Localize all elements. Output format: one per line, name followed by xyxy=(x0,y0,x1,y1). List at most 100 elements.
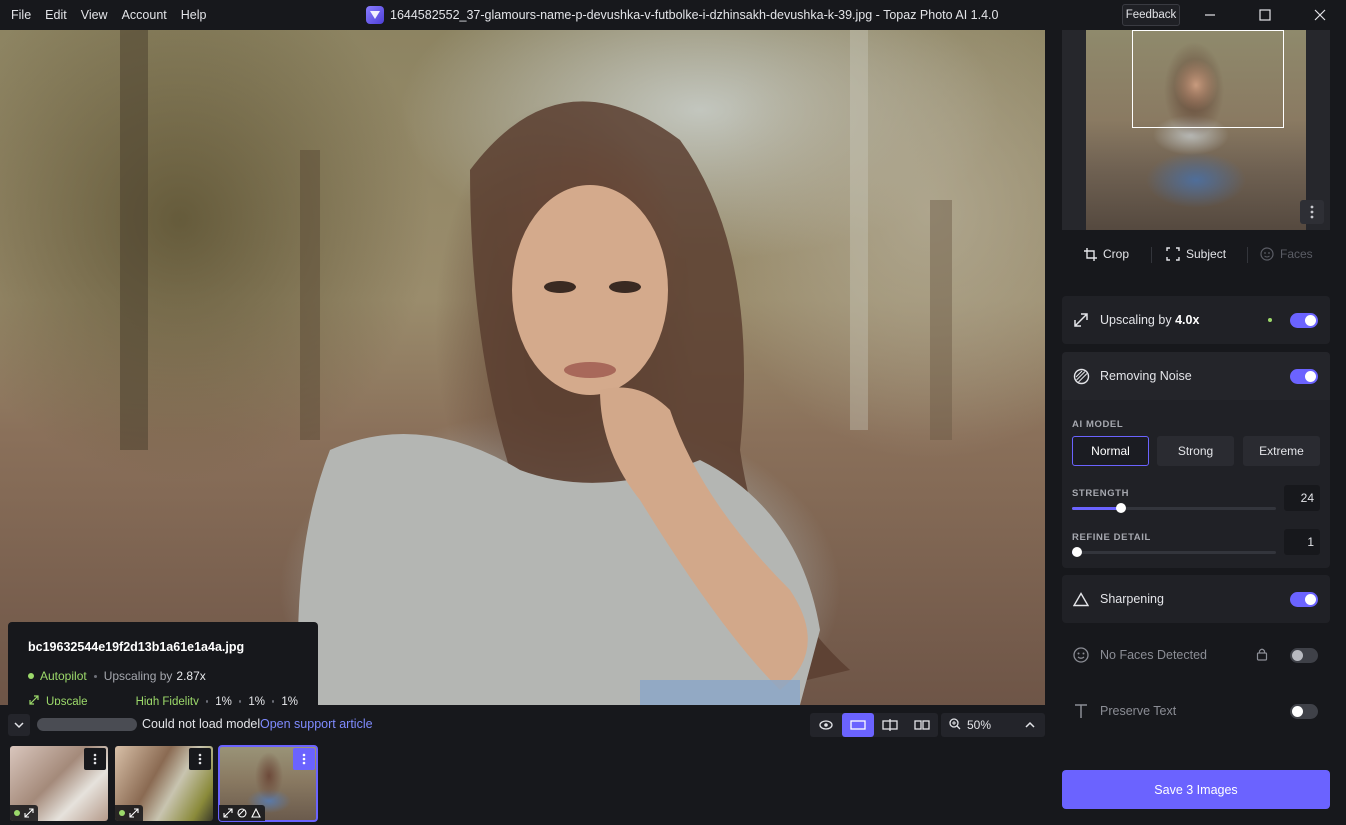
crop-label: Crop xyxy=(1103,247,1130,261)
divider xyxy=(1247,247,1248,263)
sharpening-label: Sharpening xyxy=(1100,592,1164,606)
crop-icon xyxy=(1084,247,1097,261)
face-icon xyxy=(1260,247,1274,261)
separator-dot-icon xyxy=(271,700,275,703)
info-pct-1: 1% xyxy=(215,695,232,706)
menu-account[interactable]: Account xyxy=(115,0,174,30)
sharpening-card[interactable]: Sharpening xyxy=(1062,575,1330,623)
thumbnail-menu-icon[interactable] xyxy=(84,748,106,770)
face-recovery-toggle[interactable] xyxy=(1290,648,1318,663)
chevron-down-icon xyxy=(14,722,24,729)
navigator-preview[interactable] xyxy=(1062,30,1330,230)
info-upscaling-prefix: Upscaling by xyxy=(103,669,173,683)
window-title: 1644582552_37-glamours-name-p-devushka-v… xyxy=(390,8,999,22)
collapse-thumbnails-button[interactable] xyxy=(8,714,30,736)
denoise-card-header[interactable]: Removing Noise xyxy=(1062,352,1330,400)
subject-label: Subject xyxy=(1186,247,1227,261)
refine-detail-value[interactable]: 1 xyxy=(1284,529,1320,555)
info-model-name: High Fidelity xyxy=(135,695,199,706)
info-model-row: Upscale High Fidelity 1% 1% 1% xyxy=(28,694,298,705)
support-article-link[interactable]: Open support article xyxy=(260,717,373,731)
view-mode-group xyxy=(810,713,938,737)
preserve-text-label: Preserve Text xyxy=(1100,704,1177,718)
split-view-icon[interactable] xyxy=(874,713,906,737)
thumbnail-menu-icon[interactable] xyxy=(293,748,315,770)
upscale-arrow-icon xyxy=(24,808,34,818)
thumbnail-strip xyxy=(0,743,1045,825)
image-preview[interactable]: bc19632544e19f2d13b1a61e1a4a.jpg Autopil… xyxy=(0,30,1045,705)
no-faces-label: No Faces Detected xyxy=(1100,648,1207,662)
maximize-icon[interactable] xyxy=(1245,0,1285,30)
denoise-icon xyxy=(237,808,247,818)
faces-label: Faces xyxy=(1280,247,1313,261)
info-autopilot-label: Autopilot xyxy=(40,669,87,683)
title-bar: File Edit View Account Help 1644582552_3… xyxy=(0,0,1346,30)
sharpen-icon xyxy=(251,808,261,818)
menu-bar: File Edit View Account Help xyxy=(0,0,213,30)
navigator-menu-icon[interactable] xyxy=(1300,200,1324,224)
thumbnail-menu-icon[interactable] xyxy=(189,748,211,770)
side-by-side-view-icon[interactable] xyxy=(906,713,938,737)
upscale-arrow-icon xyxy=(28,694,40,705)
menu-help[interactable]: Help xyxy=(174,0,214,30)
face-icon xyxy=(1072,646,1090,664)
single-view-icon[interactable] xyxy=(842,713,874,737)
face-recovery-row: No Faces Detected xyxy=(1062,631,1330,679)
strength-slider-thumb[interactable] xyxy=(1115,503,1126,513)
menu-file[interactable]: File xyxy=(4,0,38,30)
window-title-group: 1644582552_37-glamours-name-p-devushka-v… xyxy=(366,0,998,30)
info-upscale-label: Upscale xyxy=(46,695,88,706)
model-extreme-button[interactable]: Extreme xyxy=(1243,436,1320,466)
model-normal-button[interactable]: Normal xyxy=(1072,436,1149,466)
preview-photo xyxy=(120,30,952,705)
model-strong-button[interactable]: Strong xyxy=(1157,436,1234,466)
denoise-icon xyxy=(1072,367,1090,385)
topaz-logo-icon xyxy=(366,6,384,24)
thumbnail-1[interactable] xyxy=(10,746,108,821)
save-images-button[interactable]: Save 3 Images xyxy=(1062,770,1330,809)
separator-dot-icon xyxy=(205,700,209,703)
zoom-control[interactable]: 50% xyxy=(941,713,1045,737)
autopilot-dot-icon xyxy=(28,673,34,679)
feedback-button[interactable]: Feedback xyxy=(1122,4,1180,26)
menu-edit[interactable]: Edit xyxy=(38,0,74,30)
crop-button[interactable]: Crop xyxy=(1084,247,1129,261)
upscaling-label: Upscaling by 4.0x xyxy=(1100,313,1199,327)
info-pct-2: 1% xyxy=(248,695,265,706)
upscaling-prefix: Upscaling by xyxy=(1100,313,1172,327)
thumbnail-3[interactable] xyxy=(218,745,318,822)
preserve-text-row: Preserve Text xyxy=(1062,687,1330,735)
faces-button[interactable]: Faces xyxy=(1260,247,1313,261)
menu-view[interactable]: View xyxy=(74,0,115,30)
image-info-card: bc19632544e19f2d13b1a61e1a4a.jpg Autopil… xyxy=(8,622,318,705)
preview-toggle-eye-icon[interactable] xyxy=(810,713,842,737)
sharpen-triangle-icon xyxy=(1072,590,1090,608)
preserve-text-toggle[interactable] xyxy=(1290,704,1318,719)
info-upscaling-value: 2.87x xyxy=(176,669,206,683)
autopilot-dot-icon xyxy=(1268,318,1272,322)
ai-model-label: AI MODEL xyxy=(1072,419,1124,430)
thumbnail-badges xyxy=(115,805,143,821)
strength-label: STRENGTH xyxy=(1072,488,1130,499)
navigator-viewport[interactable] xyxy=(1132,30,1284,128)
thumbnail-badges xyxy=(10,805,38,821)
chevron-up-icon[interactable] xyxy=(1025,718,1035,732)
lock-icon[interactable] xyxy=(1256,647,1268,664)
subject-button[interactable]: Subject xyxy=(1166,247,1226,261)
divider xyxy=(1151,247,1152,263)
denoise-toggle[interactable] xyxy=(1290,369,1318,384)
zoom-level: 50% xyxy=(967,718,992,732)
minimize-icon[interactable] xyxy=(1190,0,1230,30)
close-icon[interactable] xyxy=(1300,0,1340,30)
strength-slider[interactable] xyxy=(1072,503,1276,513)
sharpening-toggle[interactable] xyxy=(1290,592,1318,607)
upscaling-toggle[interactable] xyxy=(1290,313,1318,328)
upscaling-card[interactable]: Upscaling by 4.0x xyxy=(1062,296,1330,344)
strength-slider-fill xyxy=(1072,507,1121,510)
model-load-progress xyxy=(37,718,137,731)
strength-value[interactable]: 24 xyxy=(1284,485,1320,511)
thumbnail-2[interactable] xyxy=(115,746,213,821)
denoise-card: Removing Noise AI MODEL Normal Strong Ex… xyxy=(1062,352,1330,568)
refine-detail-slider[interactable] xyxy=(1072,547,1276,557)
refine-slider-thumb[interactable] xyxy=(1072,547,1082,557)
